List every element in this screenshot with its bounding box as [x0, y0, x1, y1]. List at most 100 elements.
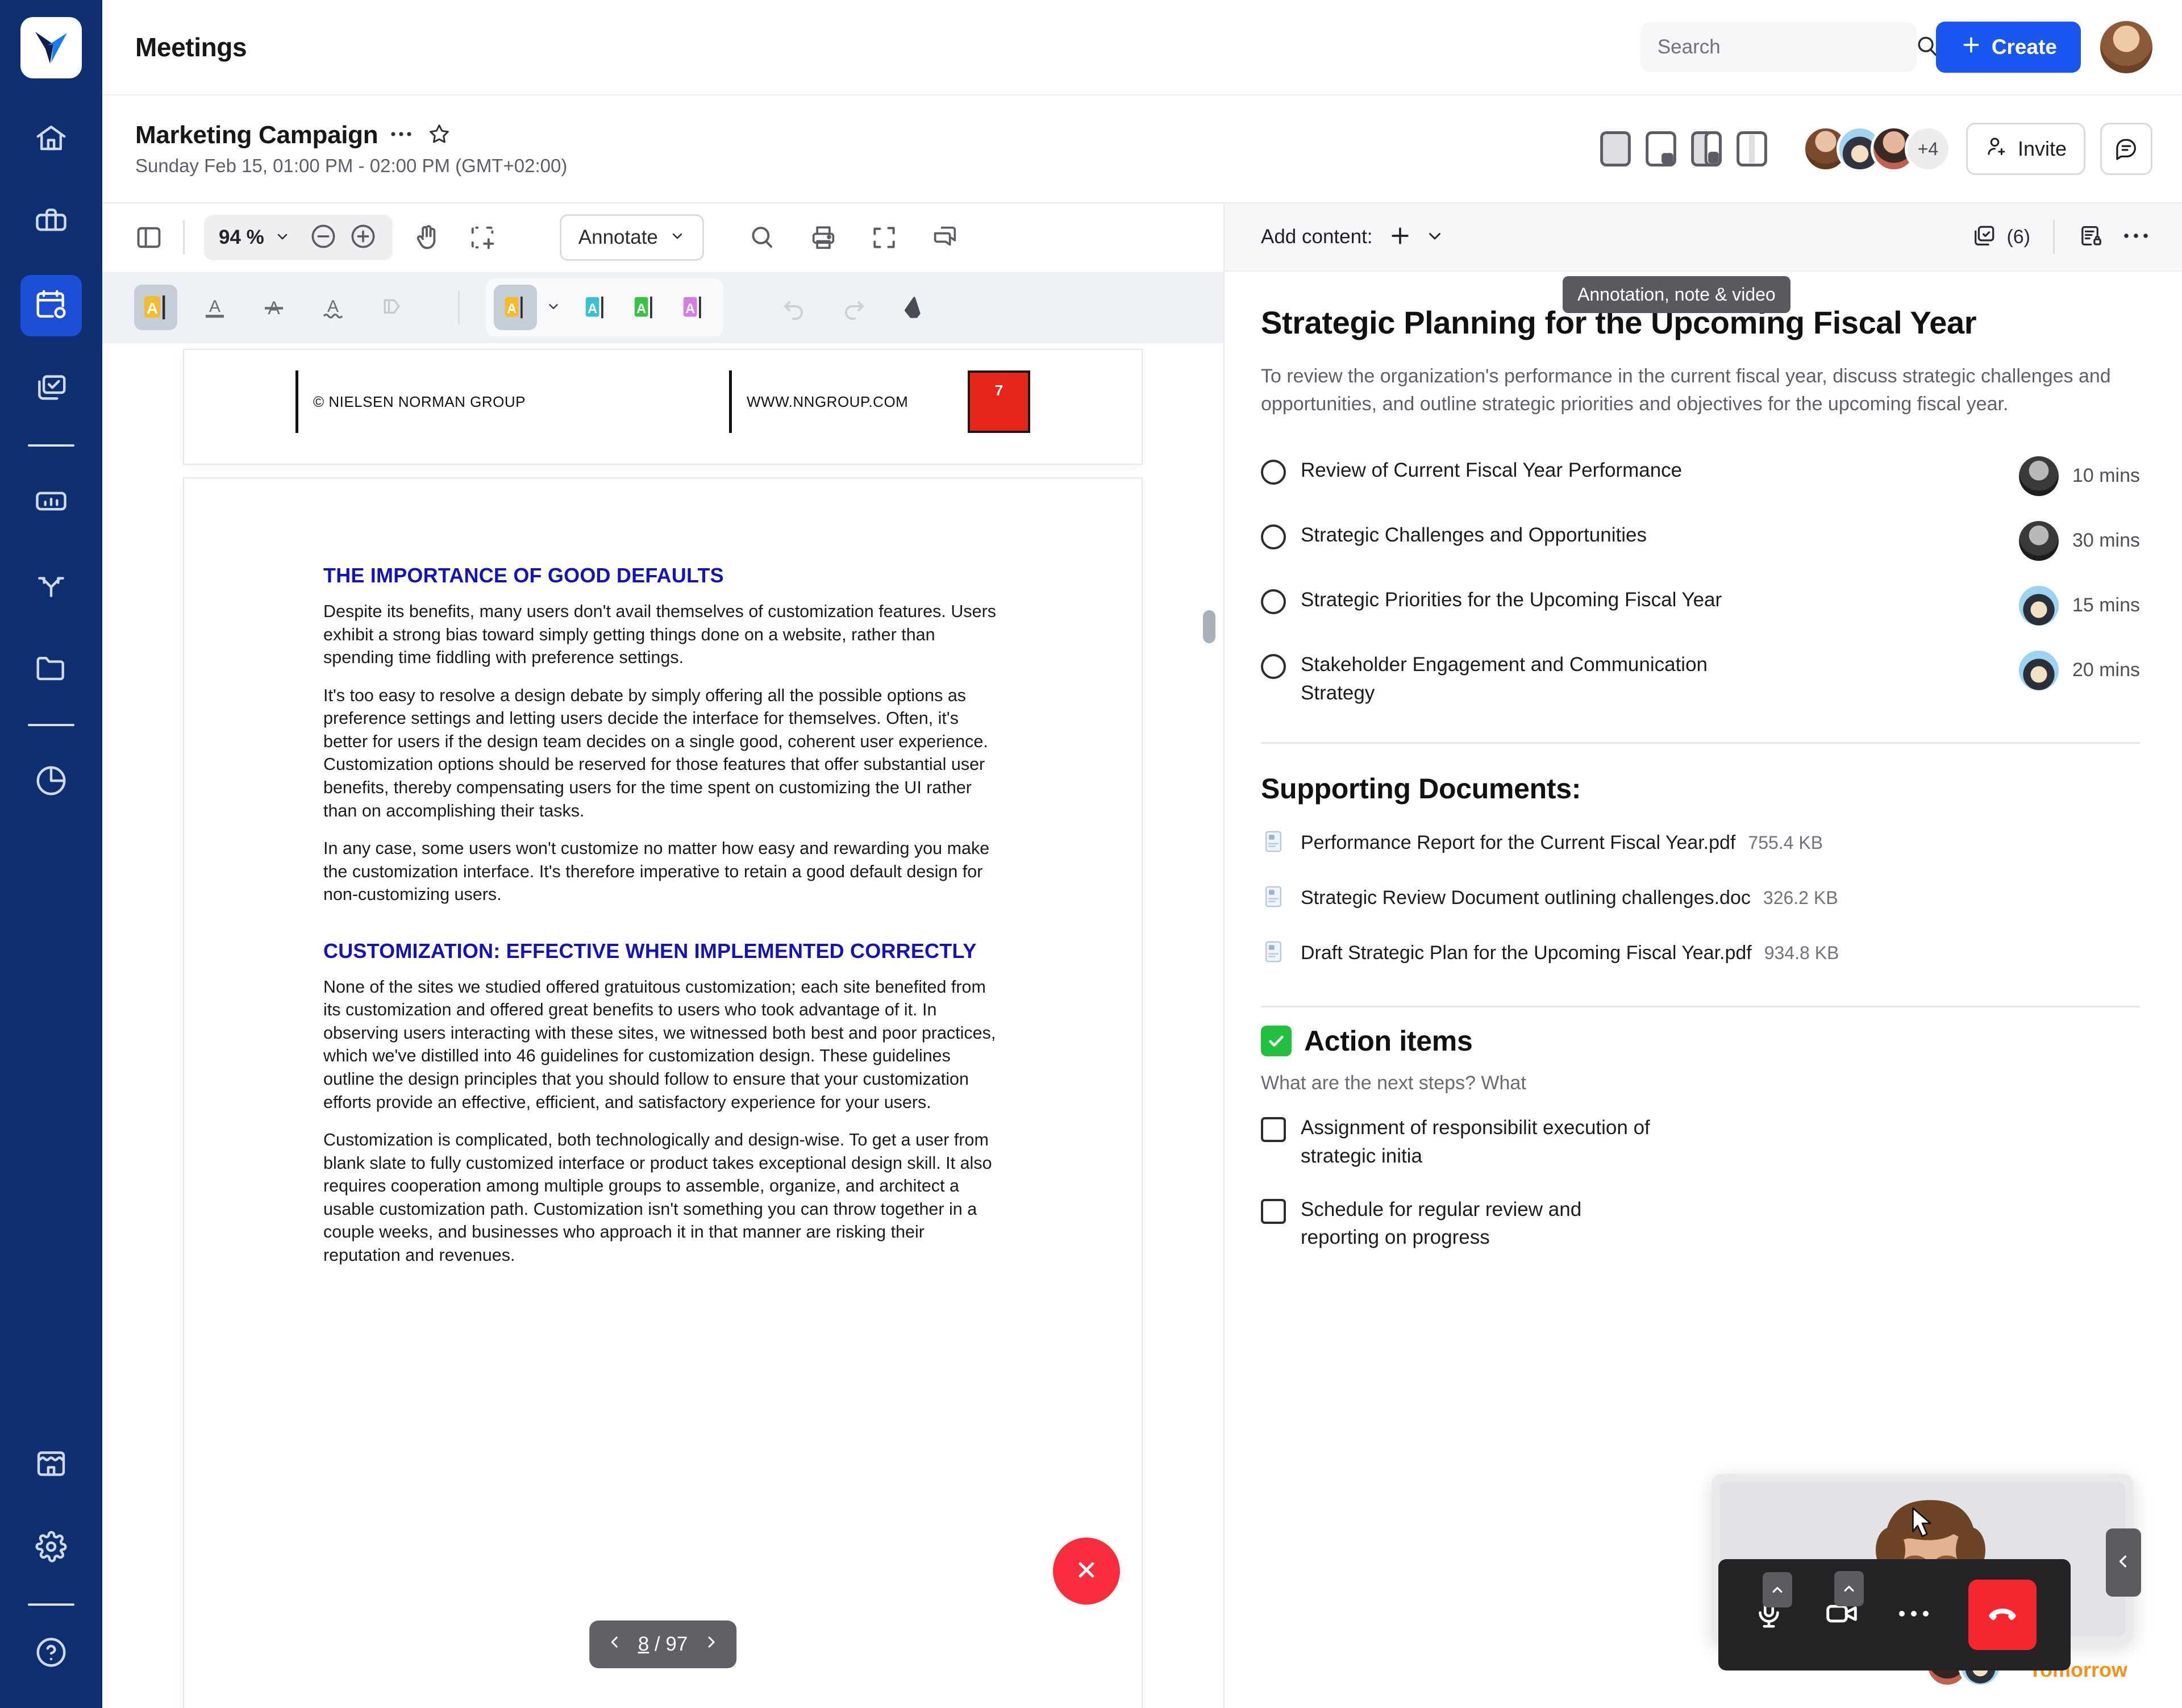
avatar[interactable] [2100, 21, 2152, 73]
sidebar-item-marketplace[interactable] [20, 1434, 82, 1495]
list-item[interactable]: Strategic Priorities for the Upcoming Fi… [1261, 573, 2140, 638]
panel-left-icon[interactable] [134, 223, 164, 252]
search-input[interactable] [1657, 36, 1914, 59]
chevron-up-icon[interactable] [1763, 1572, 1792, 1607]
pdf-scrollbar-thumb[interactable] [1203, 610, 1215, 643]
comment-copy-icon[interactable] [930, 223, 960, 252]
sidebar-item-home[interactable] [20, 109, 82, 170]
sidebar-item-workspace[interactable] [20, 192, 82, 253]
close-pdf-button[interactable] [1053, 1538, 1120, 1605]
camera-button[interactable] [1824, 1570, 1864, 1634]
end-call-button[interactable] [1968, 1580, 2037, 1650]
sidebar-item-files[interactable] [20, 638, 82, 699]
list-item[interactable]: Strategic Review Document outlining chal… [1261, 870, 2140, 926]
list-item[interactable]: Draft Strategic Plan for the Upcoming Fi… [1261, 926, 2140, 981]
chevron-left-icon[interactable] [606, 1633, 623, 1656]
highlight-color-yellow-button[interactable]: A [494, 285, 537, 330]
avatar[interactable] [2018, 456, 2059, 496]
highlight-color-teal-button[interactable]: A [574, 285, 618, 330]
avatar[interactable] [2018, 650, 2059, 690]
sidebar-item-help[interactable] [20, 1623, 82, 1684]
video-call-widget[interactable] [1712, 1474, 2141, 1670]
ellipsis-icon[interactable] [2123, 231, 2149, 243]
layout-full-button[interactable] [1600, 131, 1631, 167]
chevron-down-icon[interactable] [546, 299, 561, 316]
create-button[interactable]: Create [1935, 22, 2081, 73]
agenda-radio[interactable] [1261, 524, 1286, 549]
document-name: Strategic Review Document outlining chal… [1301, 887, 1751, 909]
notes-body[interactable]: Strategic Planning for the Upcoming Fisc… [1225, 272, 2182, 1708]
toolbar-divider [183, 220, 185, 255]
pdf-viewer-pane: 94 % Annotate A A A A A A A A © NIELSEN … [102, 203, 1225, 1708]
agenda-label: Stakeholder Engagement and Communication… [1301, 653, 1708, 704]
annotate-dropdown[interactable]: Annotate [559, 214, 704, 261]
squiggly-tool-button[interactable]: A [311, 285, 355, 330]
list-item[interactable]: Strategic Challenges and Opportunities 3… [1261, 509, 2140, 573]
strikethrough-tool-button[interactable]: A [252, 285, 295, 330]
ellipsis-icon[interactable] [390, 130, 414, 141]
sidebar-item-tasks[interactable] [20, 358, 82, 419]
list-item[interactable]: Review of Current Fiscal Year Performanc… [1261, 444, 2140, 509]
zoom-controls: 94 % [204, 215, 393, 260]
highlight-color-purple-button[interactable]: A [672, 285, 715, 330]
pdf-page-indicator[interactable]: 8 / 97 [638, 1633, 688, 1656]
sidebar-item-settings[interactable] [20, 1517, 82, 1578]
chevron-down-icon[interactable] [1425, 226, 1444, 248]
action-item-checkbox[interactable] [1261, 1198, 1286, 1224]
layout-note-bottom-button[interactable] [1646, 131, 1676, 167]
document-size: 934.8 KB [1764, 943, 1839, 964]
highlight-color-green-button[interactable]: A [623, 285, 667, 330]
highlight-tool-button[interactable]: A [134, 285, 177, 330]
redo-button[interactable] [832, 285, 876, 330]
agenda-radio[interactable] [1261, 459, 1286, 485]
chat-button[interactable] [2100, 123, 2152, 175]
printer-icon[interactable] [809, 223, 838, 252]
agenda-radio[interactable] [1261, 589, 1286, 614]
fullscreen-icon[interactable] [870, 223, 898, 252]
avatar[interactable] [2018, 520, 2059, 561]
layout-annotation-note-video-button[interactable] [1691, 131, 1722, 167]
avatar[interactable] [2018, 585, 2059, 626]
pdf-scroll-area[interactable]: © NIELSEN NORMAN GROUP WWW.NNGROUP.COM 7 [102, 343, 1223, 1708]
sidebar-item-workflows[interactable] [20, 555, 82, 616]
document-name: Draft Strategic Plan for the Upcoming Fi… [1301, 942, 1752, 964]
rail-divider-2 [28, 724, 74, 726]
sidebar-item-meetings[interactable] [20, 275, 82, 336]
collapse-video-button[interactable] [2106, 1528, 2141, 1597]
agenda-radio[interactable] [1261, 653, 1286, 679]
green-check-icon [1261, 1026, 1292, 1057]
zoom-level[interactable]: 94 % [219, 226, 264, 249]
chevron-right-icon[interactable] [702, 1633, 719, 1656]
hand-icon[interactable] [412, 222, 443, 253]
chevron-down-icon[interactable] [274, 228, 290, 247]
add-content-plus-icon[interactable] [1388, 223, 1413, 251]
list-item[interactable]: Performance Report for the Current Fisca… [1261, 815, 2140, 870]
list-item[interactable]: Stakeholder Engagement and Communication… [1261, 638, 2140, 719]
invite-button[interactable]: Invite [1966, 123, 2085, 175]
mic-button[interactable] [1752, 1572, 1792, 1633]
sidebar-item-analytics[interactable] [20, 751, 82, 813]
extra-participants-badge[interactable]: +4 [1904, 126, 1951, 172]
undo-button[interactable] [772, 285, 815, 330]
app-logo[interactable] [20, 17, 82, 78]
layout-note-only-button[interactable] [1737, 131, 1767, 167]
zoom-in-button[interactable] [348, 222, 378, 254]
search-box[interactable] [1640, 22, 1937, 72]
action-item-checkbox[interactable] [1261, 1117, 1286, 1143]
checklist-stack-icon[interactable] [1971, 223, 1997, 252]
pdf-search-icon[interactable] [747, 223, 777, 252]
chevron-up-icon[interactable] [1834, 1570, 1864, 1606]
underline-tool-button[interactable]: A [193, 285, 236, 330]
zoom-out-button[interactable] [309, 222, 338, 254]
eraser-button[interactable] [893, 285, 936, 330]
document-lock-icon[interactable] [2077, 223, 2104, 252]
sidebar-item-reports[interactable] [20, 472, 82, 533]
bar-chart-icon [34, 484, 69, 522]
list-item[interactable]: Schedule for regular review and reportin… [1261, 1183, 2140, 1264]
callout-tool-button[interactable] [370, 285, 414, 330]
list-item[interactable]: Assignment of responsibilit execution of… [1261, 1101, 2140, 1182]
star-outline-icon[interactable] [427, 122, 452, 149]
marquee-select-icon[interactable] [468, 223, 497, 252]
notes-description[interactable]: To review the organization's performance… [1261, 363, 2140, 418]
more-options-button[interactable] [1898, 1609, 1930, 1622]
